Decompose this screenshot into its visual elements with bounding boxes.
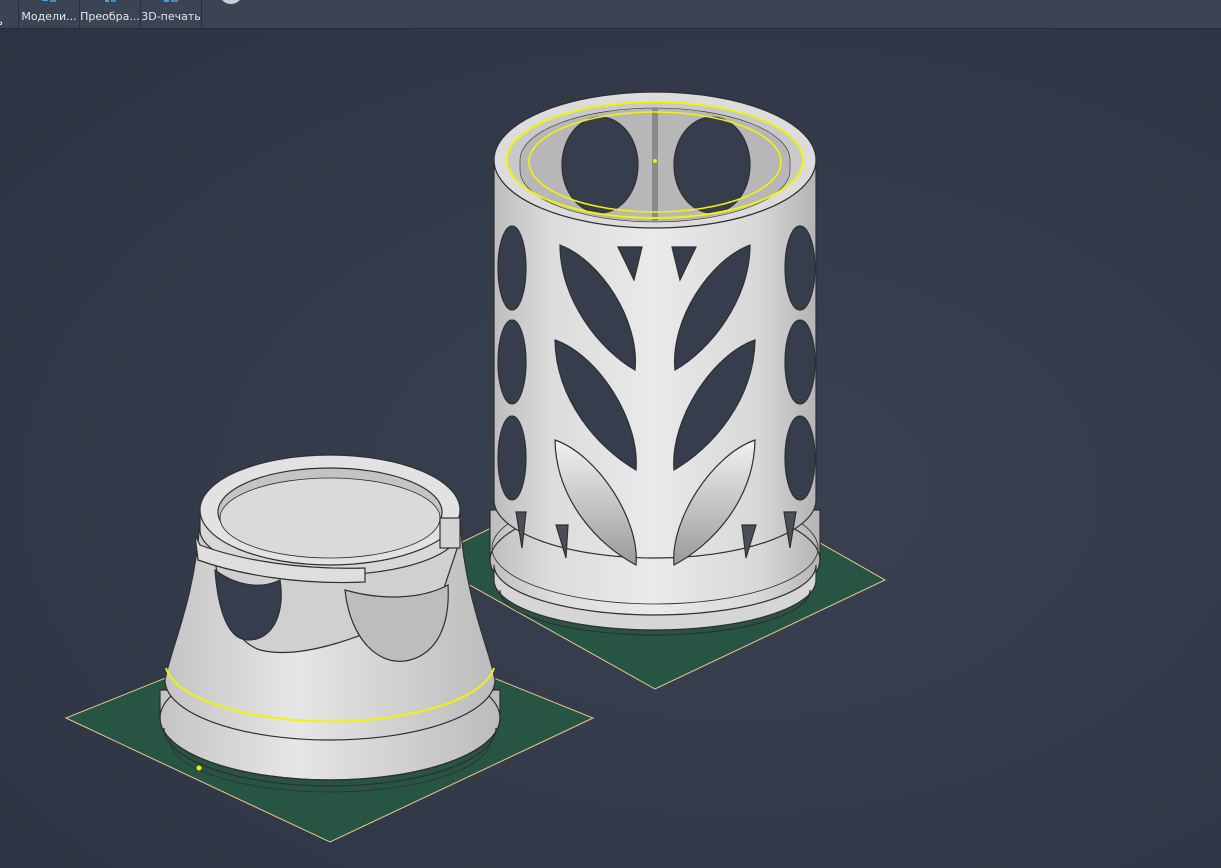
toolbar-transform-button[interactable]: Преобра...: [80, 0, 141, 28]
toolbar-cut-off-button[interactable]: ть: [0, 0, 19, 28]
selected-point[interactable]: [196, 765, 202, 771]
toolbar-modeling-button[interactable]: Модели...: [19, 0, 80, 28]
viewport-canvas: [64, 91, 887, 843]
transform-icon: [105, 0, 116, 2]
toolbar-transform-label: Преобра...: [80, 10, 140, 23]
ribbon-toolbar: ть Модели... Преобра... 3D-печать: [0, 0, 1221, 29]
toolbar-3d-print-button[interactable]: 3D-печать: [141, 0, 202, 28]
circle-tool-icon[interactable]: [219, 0, 243, 4]
base-part[interactable]: [159, 454, 501, 793]
modeling-icon: [42, 0, 56, 2]
3d-viewport[interactable]: [0, 29, 1221, 868]
3d-print-icon: [164, 0, 178, 2]
lattice-cylinder[interactable]: [489, 91, 821, 636]
toolbar-modeling-label: Модели...: [21, 10, 77, 23]
toolbar-cut-off-label: ть: [0, 15, 3, 28]
toolbar-3d-print-label: 3D-печать: [141, 10, 201, 23]
